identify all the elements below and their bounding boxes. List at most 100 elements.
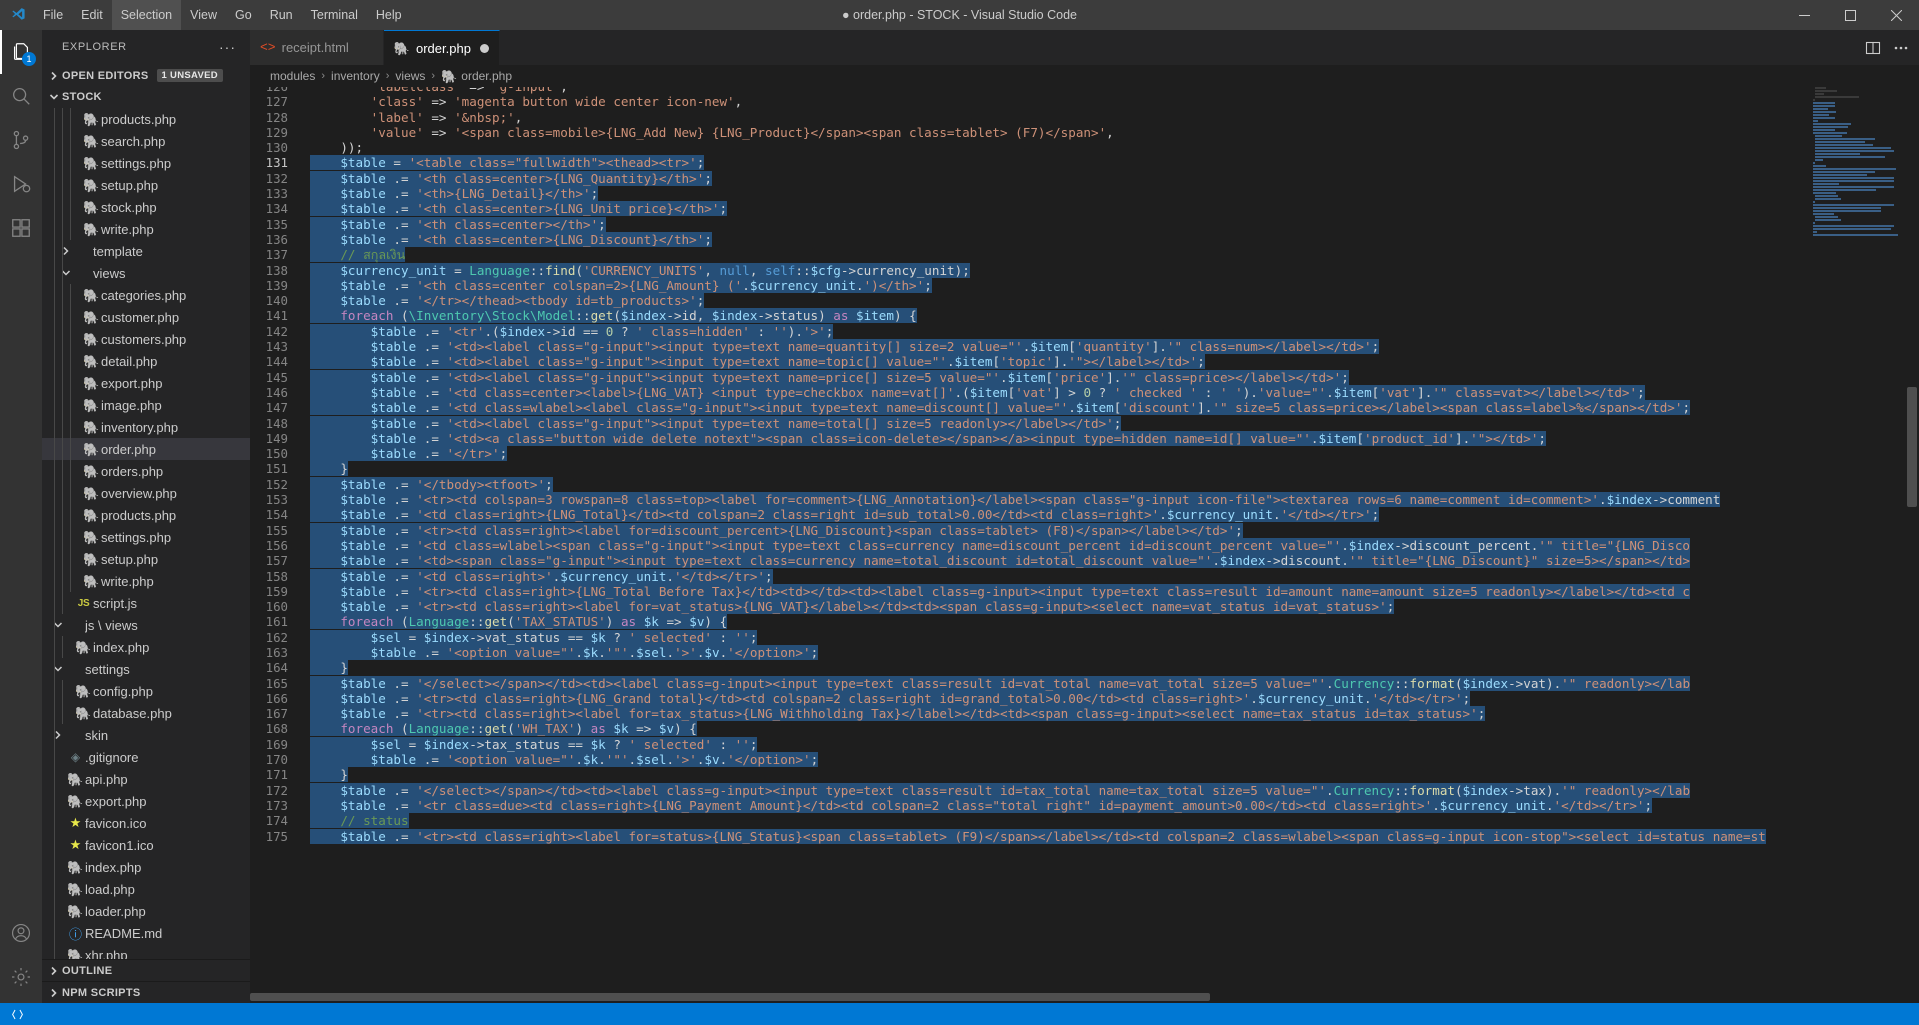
line-content[interactable]: $table .= '<td><span class="g-input"><in… — [310, 553, 1691, 569]
tree-item-favicon1-ico[interactable]: ★ favicon1.ico — [42, 834, 250, 857]
section-outline[interactable]: OUTLINE — [42, 959, 250, 981]
code-line[interactable]: 155 $table .= '<tr><td class=right><labe… — [250, 522, 1766, 538]
code-line[interactable]: 137 // สกุลเงิน — [250, 247, 1766, 263]
code-editor[interactable]: 126 'labelclass' => 'g-input',127 'class… — [250, 87, 1919, 991]
tree-item-xhr-php[interactable]: 🐘 xhr.php — [42, 944, 250, 959]
activity-extensions[interactable] — [0, 206, 42, 250]
tree-item-database-php[interactable]: 🐘 database.php — [42, 702, 250, 725]
tree-item-categories-php[interactable]: 🐘 categories.php — [42, 284, 250, 307]
line-content[interactable]: $table .= '<td><label class="g-input"><i… — [310, 339, 1380, 355]
activity-source-control[interactable] — [0, 118, 42, 162]
tree-item-detail-php[interactable]: 🐘 detail.php — [42, 350, 250, 373]
tree-item-overview-php[interactable]: 🐘 overview.php — [42, 482, 250, 505]
breadcrumb-modules[interactable]: modules — [270, 69, 315, 83]
split-editor-icon[interactable] — [1865, 40, 1881, 56]
code-line[interactable]: 145 $table .= '<td><label class="g-input… — [250, 369, 1766, 385]
code-line[interactable]: 135 $table .= '<th class=center></th>'; — [250, 216, 1766, 232]
tree-item-orders-php[interactable]: 🐘 orders.php — [42, 460, 250, 483]
code-line[interactable]: 146 $table .= '<td class=center><label>{… — [250, 384, 1766, 400]
line-content[interactable]: // สกุลเงิน — [310, 247, 406, 263]
line-content[interactable]: $table .= '<tr><td class=right>{LNG_Tota… — [310, 583, 1690, 599]
code-line[interactable]: 140 $table .= '</tr></thead><tbody id=tb… — [250, 293, 1766, 309]
code-line[interactable]: 172 $table .= '</select></span></td><td>… — [250, 782, 1766, 798]
code-line[interactable]: 167 $table .= '<tr><td class=right><labe… — [250, 706, 1766, 722]
code-line[interactable]: 131 $table = '<table class="fullwidth"><… — [250, 155, 1766, 171]
line-content[interactable]: $table .= '<option value="'.$k.'"'.$sel.… — [310, 752, 819, 768]
code-line[interactable]: 151 } — [250, 461, 1766, 477]
line-content[interactable]: foreach (Language::get('WH_TAX') as $k =… — [310, 721, 697, 737]
activity-manage-gear-icon[interactable] — [0, 955, 42, 999]
line-content[interactable]: $table .= '<tr><td class=right>{LNG_Gran… — [310, 690, 1471, 706]
code-line[interactable]: 164 } — [250, 660, 1766, 676]
menu-run[interactable]: Run — [261, 0, 302, 30]
menu-go[interactable]: Go — [226, 0, 261, 30]
line-content[interactable]: 'labelclass' => 'g-input', — [310, 87, 568, 94]
menu-file[interactable]: File — [34, 0, 72, 30]
line-content[interactable]: )); — [310, 140, 363, 155]
tree-item-settings-php[interactable]: 🐘 settings.php — [42, 152, 250, 175]
tree-item-products-php[interactable]: 🐘 products.php — [42, 108, 250, 131]
code-viewport[interactable]: 126 'labelclass' => 'g-input',127 'class… — [250, 87, 1807, 991]
tree-item-api-php[interactable]: 🐘 api.php — [42, 768, 250, 791]
code-line[interactable]: 171 } — [250, 767, 1766, 783]
code-line[interactable]: 153 $table .= '<tr><td colspan=3 rowspan… — [250, 492, 1766, 508]
code-line[interactable]: 138 $currency_unit = Language::find('CUR… — [250, 262, 1766, 278]
line-content[interactable]: $table .= '<tr class=due><td class=right… — [310, 797, 1653, 813]
code-line[interactable]: 168 foreach (Language::get('WH_TAX') as … — [250, 721, 1766, 737]
line-content[interactable]: 'class' => 'magenta button wide center i… — [310, 94, 743, 109]
code-line[interactable]: 154 $table .= '<td class=right>{LNG_Tota… — [250, 507, 1766, 523]
line-content[interactable]: } — [310, 767, 348, 783]
line-content[interactable]: $sel = $index->tax_status == $k ? ' sele… — [310, 736, 758, 752]
menu-bar[interactable]: File Edit Selection View Go Run Terminal… — [34, 0, 411, 30]
tab-dirty-indicator[interactable] — [479, 43, 489, 53]
line-content[interactable]: $currency_unit = Language::find('CURRENC… — [310, 262, 970, 278]
tree-item-loader-php[interactable]: 🐘 loader.php — [42, 900, 250, 923]
line-content[interactable]: $table .= '<td><label class="g-input"><i… — [310, 369, 1349, 385]
tab-order-php[interactable]: 🐘 order.php — [383, 30, 500, 65]
line-content[interactable]: $table .= '<th class=center>{LNG_Quantit… — [310, 170, 712, 186]
menu-selection[interactable]: Selection — [111, 0, 182, 30]
tree-item-write-php[interactable]: 🐘 write.php — [42, 218, 250, 241]
line-content[interactable]: $table .= '<tr><td class=right><label fo… — [310, 706, 1486, 722]
code-line[interactable]: 160 $table .= '<tr><td class=right><labe… — [250, 599, 1766, 615]
vertical-scrollbar[interactable] — [1905, 87, 1919, 991]
activity-run-and-debug[interactable] — [0, 162, 42, 206]
code-line[interactable]: 150 $table .= '</tr>'; — [250, 446, 1766, 462]
code-line[interactable]: 128 'label' => '&nbsp;', — [250, 110, 1766, 125]
tree-item-export-php[interactable]: 🐘 export.php — [42, 372, 250, 395]
sidebar-more-actions-icon[interactable]: ··· — [213, 39, 242, 55]
line-content[interactable]: $table .= '</tr></thead><tbody id=tb_pro… — [310, 293, 705, 309]
line-content[interactable]: $table .= '</select></span></td><td><lab… — [310, 782, 1691, 798]
line-content[interactable]: $table .= '<td><a class="button wide del… — [310, 430, 1546, 446]
code-line[interactable]: 156 $table .= '<td class=wlabel><span cl… — [250, 537, 1766, 553]
tree-item--gitignore[interactable]: ◈ .gitignore — [42, 746, 250, 769]
code-line[interactable]: 161 foreach (Language::get('TAX_STATUS')… — [250, 614, 1766, 630]
tree-item-customers-php[interactable]: 🐘 customers.php — [42, 328, 250, 351]
tree-item-image-php[interactable]: 🐘 image.php — [42, 394, 250, 417]
tree-item-order-php[interactable]: 🐘 order.php — [42, 438, 250, 461]
menu-help[interactable]: Help — [367, 0, 411, 30]
code-line[interactable]: 174 // status — [250, 813, 1766, 829]
code-line[interactable]: 139 $table .= '<th class=center colspan=… — [250, 277, 1766, 293]
code-line[interactable]: 162 $sel = $index->vat_status == $k ? ' … — [250, 629, 1766, 645]
hscrollbar-thumb[interactable] — [250, 993, 1210, 1001]
line-content[interactable]: $table .= '<tr><td class=right><label fo… — [310, 599, 1395, 615]
breadcrumb-file[interactable]: 🐘 order.php — [441, 69, 512, 83]
line-content[interactable]: 'value' => '<span class=mobile>{LNG_Add … — [310, 125, 1114, 140]
line-content[interactable]: $table .= '<tr><td class=right><label fo… — [310, 522, 1243, 538]
line-content[interactable]: } — [310, 660, 348, 676]
tree-item-setup-php[interactable]: 🐘 setup.php — [42, 548, 250, 571]
line-content[interactable]: $table .= '<th class=center></th>'; — [310, 216, 606, 232]
maximize-icon[interactable] — [1827, 0, 1873, 30]
code-line[interactable]: 127 'class' => 'magenta button wide cent… — [250, 94, 1766, 109]
code-line[interactable]: 170 $table .= '<option value="'.$k.'"'.$… — [250, 752, 1766, 768]
line-content[interactable]: $table .= '<td class=wlabel><span class=… — [310, 537, 1691, 553]
line-content[interactable]: $table .= '<td class=right>{LNG_Total}</… — [310, 507, 1380, 523]
code-line[interactable]: 134 $table .= '<th class=center>{LNG_Uni… — [250, 201, 1766, 217]
code-line[interactable]: 136 $table .= '<th class=center>{LNG_Dis… — [250, 231, 1766, 247]
line-content[interactable]: $table .= '<th class=center>{LNG_Unit pr… — [310, 201, 728, 217]
tree-item-js-views[interactable]: js \ views — [42, 614, 250, 637]
line-content[interactable]: $table .= '<tr><td class=right><label fo… — [310, 828, 1766, 844]
more-actions-icon[interactable] — [1893, 40, 1909, 56]
line-content[interactable]: $table .= '<th class=center>{LNG_Discoun… — [310, 231, 712, 247]
